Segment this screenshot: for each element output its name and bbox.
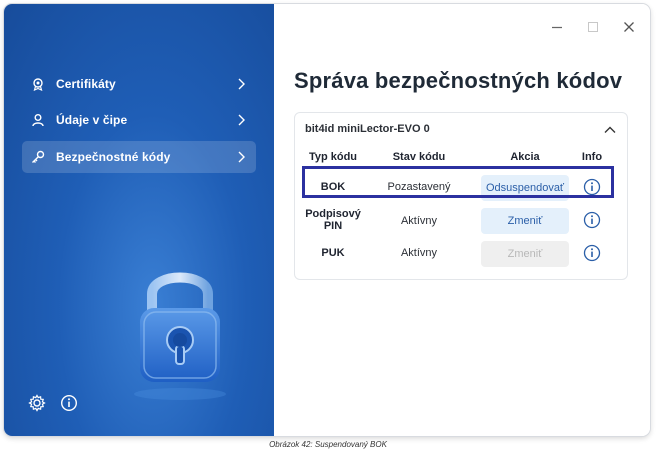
close-button[interactable] [620,18,638,36]
key-icon [30,149,46,165]
info-icon[interactable] [583,211,601,229]
code-status: Aktívny [400,247,438,259]
table-row: PUK Aktívny Zmeniť [295,237,627,269]
chevron-right-icon [234,77,248,91]
page-title: Správa bezpečnostných kódov [294,68,623,93]
highlight-box [302,166,614,198]
info-icon[interactable] [60,394,78,412]
certificate-icon [30,76,46,92]
code-status: Aktívny [400,215,438,227]
change-pin-button[interactable]: Zmeniť [481,208,569,234]
sidebar: Certifikáty Údaje v čipe Bezpečnostné kó… [4,4,274,436]
chevron-right-icon [234,150,248,164]
padlock-illustration [130,262,230,402]
column-header-status: Stav kódu [392,151,446,163]
info-icon[interactable] [583,244,601,262]
chevron-up-icon[interactable] [603,123,617,137]
code-type: Podpisový PIN [305,208,361,232]
table-row: Podpisový PIN Aktívny Zmeniť [295,205,627,237]
column-header-action: Akcia [510,151,540,163]
code-type: PUK [321,247,345,259]
sidebar-item-label: Certifikáty [56,77,116,91]
sidebar-item-label: Bezpečnostné kódy [56,150,171,164]
maximize-button[interactable] [584,18,602,36]
sidebar-item-chip-data[interactable]: Údaje v čipe [22,104,256,136]
change-puk-button: Zmeniť [481,241,569,267]
sidebar-item-certificates[interactable]: Certifikáty [22,68,256,100]
chevron-right-icon [234,113,248,127]
gear-icon[interactable] [28,394,46,412]
column-header-type: Typ kódu [308,151,358,163]
user-icon [30,112,46,128]
figure-caption: Obrázok 42: Suspendovaný BOK [269,440,387,449]
minimize-button[interactable] [548,18,566,36]
sidebar-item-security-codes[interactable]: Bezpečnostné kódy [22,141,256,173]
main-content: Správa bezpečnostných kódov bit4id miniL… [274,4,650,436]
column-header-info: Info [581,151,603,163]
sidebar-item-label: Údaje v čipe [56,113,128,127]
app-window: Certifikáty Údaje v čipe Bezpečnostné kó… [4,4,650,436]
device-name: bit4id miniLector-EVO 0 [305,123,430,135]
